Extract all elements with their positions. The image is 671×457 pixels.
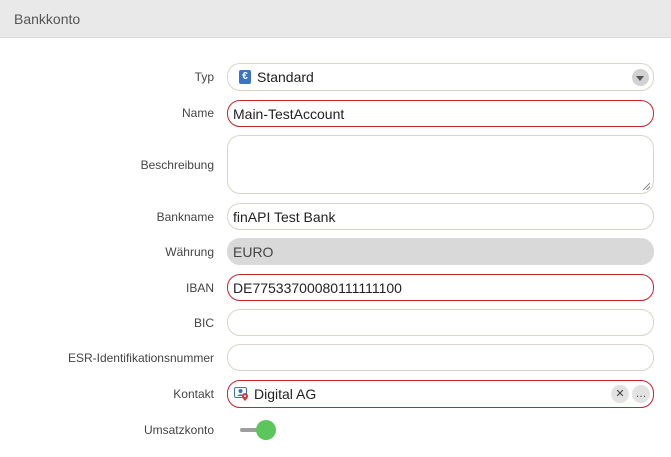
iban-row: IBAN DE77533700080111111100 [0,274,671,301]
euro-icon: € [239,70,251,84]
type-label: Typ [194,70,214,84]
name-row: Name Main-TestAccount [0,100,671,127]
bic-row: BIC [0,309,671,336]
esr-input[interactable] [227,344,654,371]
bic-input[interactable] [227,309,654,336]
type-value: Standard [257,69,314,85]
turnover-toggle[interactable] [240,420,276,440]
contact-select[interactable]: Digital AG ✕ … [227,380,654,408]
contact-location-icon [234,387,248,401]
esr-row: ESR-Identifikationsnummer [0,344,671,371]
currency-value: EURO [233,243,274,260]
type-row: Typ € Standard [0,63,671,91]
iban-input[interactable]: DE77533700080111111100 [227,274,654,301]
esr-label: ESR-Identifikationsnummer [67,351,214,365]
panel-title: Bankkonto [14,11,81,27]
bic-label: BIC [193,316,214,330]
bankname-value: finAPI Test Bank [233,208,336,225]
contact-row: Kontakt Digital AG ✕ … [0,380,671,408]
type-select[interactable]: € Standard [227,63,654,91]
bankname-input[interactable]: finAPI Test Bank [227,203,654,230]
bankname-label: Bankname [156,210,214,224]
name-label: Name [181,106,214,120]
turnover-row: Umsatzkonto [0,419,671,441]
turnover-label: Umsatzkonto [143,423,214,437]
description-row: Beschreibung [0,135,671,195]
toggle-knob [256,420,276,440]
contact-label: Kontakt [173,387,214,401]
iban-value: DE77533700080111111100 [233,279,402,296]
resize-grip-icon[interactable] [642,182,650,190]
iban-label: IBAN [185,281,214,295]
currency-label: Währung [165,245,214,259]
description-textarea[interactable] [228,136,653,193]
panel-header: Bankkonto [0,0,671,38]
more-options-icon[interactable]: … [632,385,650,403]
description-field [227,135,654,194]
name-input[interactable]: Main-TestAccount [227,100,654,127]
chevron-down-icon[interactable] [632,69,649,86]
currency-row: Währung EURO [0,238,671,265]
bankname-row: Bankname finAPI Test Bank [0,203,671,230]
description-label: Beschreibung [140,158,214,172]
clear-icon[interactable]: ✕ [611,385,629,403]
currency-field: EURO [227,238,654,265]
contact-value: Digital AG [254,386,317,402]
name-value: Main-TestAccount [233,105,345,122]
